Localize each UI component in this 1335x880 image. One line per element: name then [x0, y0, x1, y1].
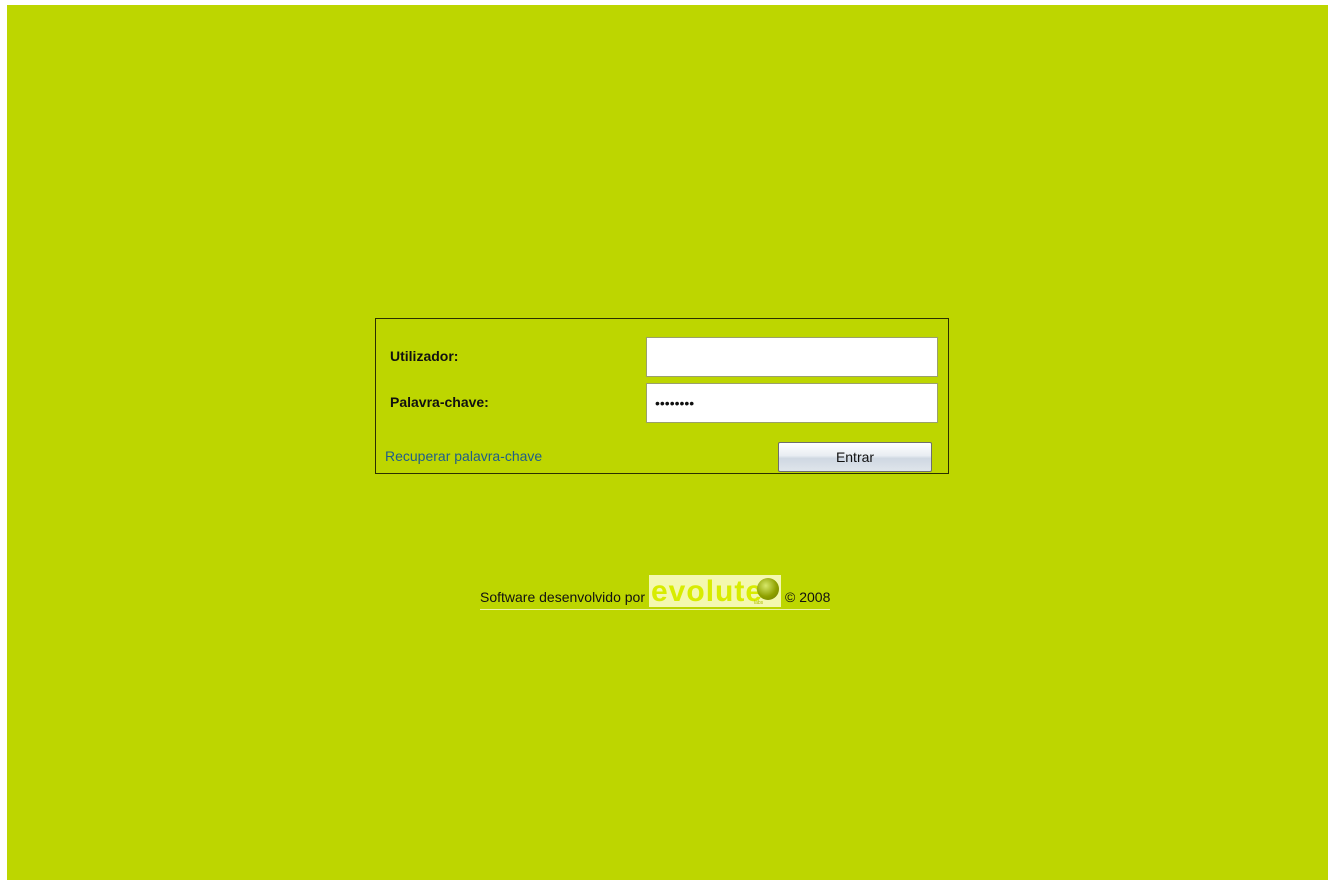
recover-password-link[interactable]: Recuperar palavra-chave	[385, 448, 542, 464]
login-form: Utilizador: Palavra-chave: Recuperar pal…	[375, 318, 949, 474]
password-input[interactable]	[646, 383, 938, 423]
logo-globe-icon	[757, 578, 779, 600]
logo-subtext: labs	[754, 600, 764, 606]
footer-credits: Software desenvolvido por evolute labs ©…	[480, 573, 831, 610]
login-button[interactable]: Entrar	[778, 442, 932, 472]
footer-copyright: © 2008	[785, 589, 831, 605]
username-input[interactable]	[646, 337, 938, 377]
username-label: Utilizador:	[390, 348, 459, 364]
footer-text-before: Software desenvolvido por	[480, 589, 645, 605]
logo-wordmark: evolute	[651, 575, 764, 608]
password-label: Palavra-chave:	[390, 394, 489, 410]
evolute-logo[interactable]: evolute labs	[649, 575, 781, 607]
login-page: Utilizador: Palavra-chave: Recuperar pal…	[7, 5, 1328, 880]
